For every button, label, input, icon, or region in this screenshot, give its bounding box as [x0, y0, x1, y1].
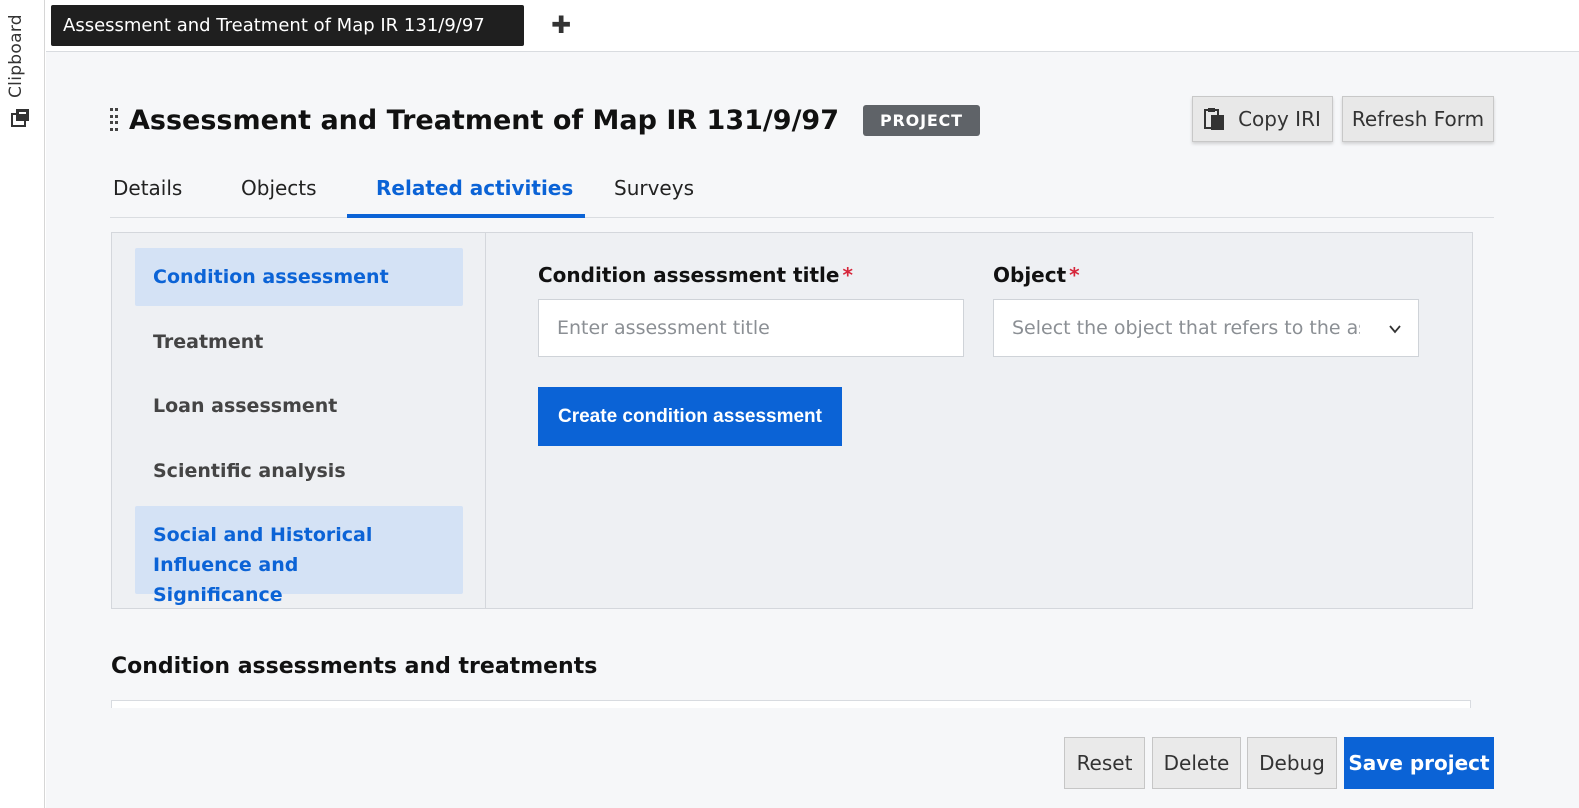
- copy-icon: [1204, 108, 1225, 130]
- section-title: Condition assessments and treatments: [111, 654, 598, 679]
- object-label-text: Object: [993, 263, 1067, 287]
- object-select-placeholder: Select the object that refers to the as: [1012, 317, 1360, 339]
- activity-loan-assessment[interactable]: Loan assessment: [135, 377, 463, 435]
- assessment-title-label: Condition assessment title *: [538, 263, 853, 287]
- document-tab-strip: Assessment and Treatment of Map IR 131/9…: [46, 0, 1579, 52]
- object-select[interactable]: Select the object that refers to the as: [993, 299, 1419, 357]
- delete-button[interactable]: Delete: [1152, 737, 1241, 789]
- drag-handle-icon[interactable]: [110, 108, 120, 132]
- project-badge: PROJECT: [863, 104, 980, 136]
- copy-iri-button[interactable]: Copy IRI: [1192, 96, 1333, 142]
- page-title: Assessment and Treatment of Map IR 131/9…: [129, 104, 840, 136]
- assessment-title-label-text: Condition assessment title: [538, 263, 840, 287]
- required-marker: *: [1069, 263, 1080, 287]
- assessment-title-input[interactable]: [538, 299, 964, 357]
- debug-button[interactable]: Debug: [1247, 737, 1337, 789]
- refresh-form-button[interactable]: Refresh Form: [1342, 96, 1494, 142]
- save-project-button[interactable]: Save project: [1344, 737, 1494, 789]
- tab-related-activities[interactable]: Related activities: [347, 164, 585, 218]
- clipboard-stack-icon[interactable]: [10, 106, 32, 128]
- required-marker: *: [842, 263, 853, 287]
- document-tab[interactable]: Assessment and Treatment of Map IR 131/9…: [51, 5, 524, 46]
- tab-details[interactable]: Details: [113, 164, 182, 218]
- plus-icon[interactable]: ✚: [550, 12, 572, 38]
- chevron-down-icon: [1389, 325, 1401, 334]
- tab-surveys[interactable]: Surveys: [614, 164, 694, 218]
- project-tabs: Details Objects Related activities Surve…: [110, 164, 1494, 218]
- related-activities-panel: Condition assessment Treatment Loan asse…: [111, 232, 1473, 609]
- activity-type-list: Condition assessment Treatment Loan asse…: [112, 233, 486, 608]
- activity-scientific-analysis[interactable]: Scientific analysis: [135, 442, 463, 500]
- activity-treatment[interactable]: Treatment: [135, 313, 463, 371]
- tab-objects[interactable]: Objects: [241, 164, 317, 218]
- object-label: Object *: [993, 263, 1080, 287]
- title-row: Assessment and Treatment of Map IR 131/9…: [110, 100, 980, 140]
- activity-social-historical[interactable]: Social and Historical Influence and Sign…: [135, 506, 463, 606]
- clipboard-rail[interactable]: Clipboard: [0, 0, 45, 808]
- clipboard-label[interactable]: Clipboard: [6, 14, 26, 98]
- activity-condition-assessment[interactable]: Condition assessment: [135, 248, 463, 306]
- copy-iri-label: Copy IRI: [1238, 107, 1321, 131]
- reset-button[interactable]: Reset: [1064, 737, 1145, 789]
- project-form: Assessment and Treatment of Map IR 131/9…: [46, 52, 1579, 808]
- create-condition-assessment-button[interactable]: Create condition assessment: [538, 387, 842, 446]
- assessments-table: [111, 700, 1471, 708]
